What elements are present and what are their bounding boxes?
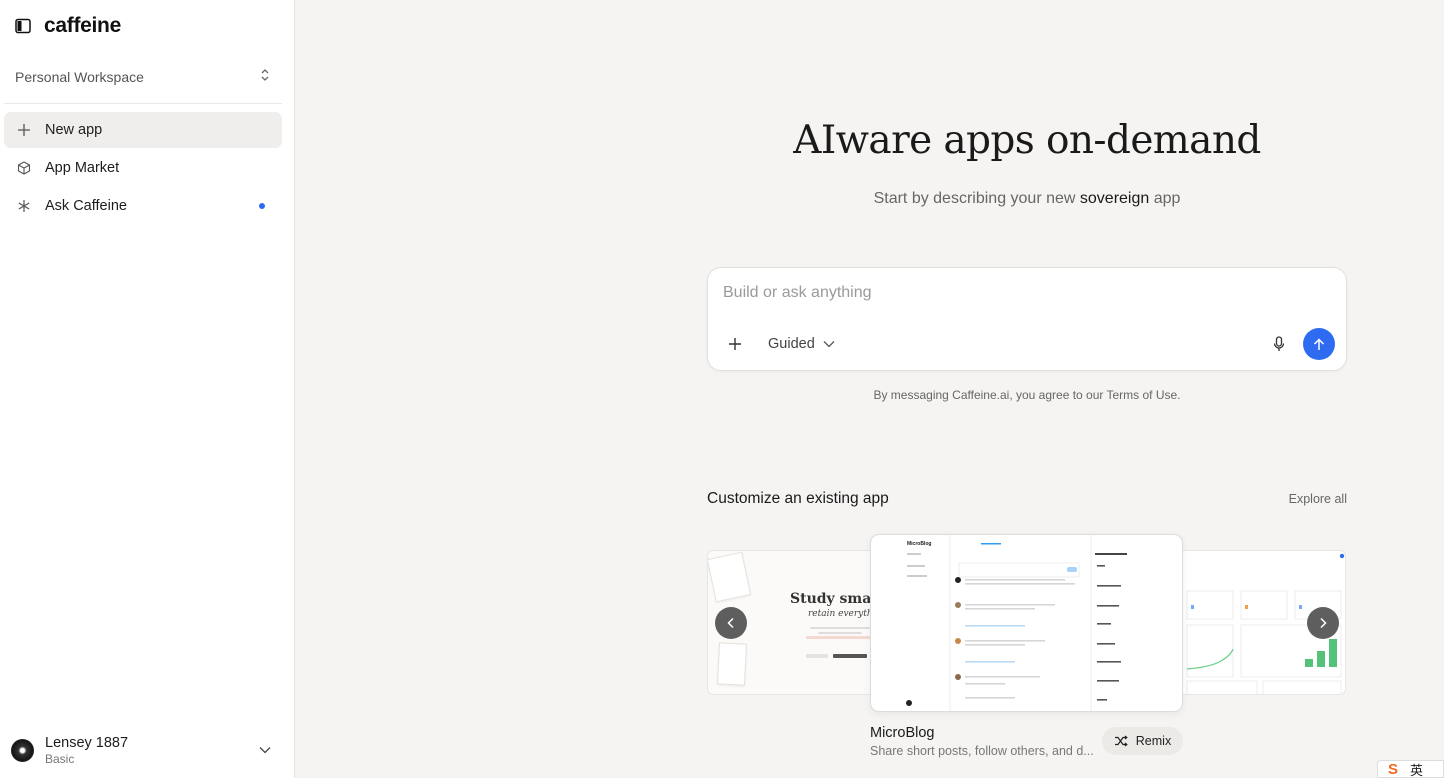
send-button[interactable] bbox=[1303, 328, 1335, 360]
chevron-down-icon bbox=[257, 742, 273, 758]
ime-indicator[interactable]: S 英 bbox=[1377, 760, 1444, 778]
note-thumbnail bbox=[716, 642, 748, 686]
page-title: AIware apps on-demand bbox=[793, 118, 1261, 163]
mode-dropdown[interactable]: Guided bbox=[764, 331, 839, 357]
cube-icon bbox=[16, 160, 32, 176]
sidebar-toggle-icon[interactable] bbox=[14, 17, 32, 35]
tag-row bbox=[806, 636, 871, 639]
remix-label: Remix bbox=[1135, 734, 1172, 748]
sidebar-item-app-market[interactable]: App Market bbox=[4, 150, 282, 186]
sidebar-item-new-app[interactable]: New app bbox=[4, 112, 282, 148]
carousel-next-button[interactable] bbox=[1307, 607, 1339, 639]
sidebar-item-label: New app bbox=[45, 122, 103, 138]
mini-button bbox=[833, 654, 867, 658]
asterisk-icon bbox=[16, 198, 32, 214]
arrow-up-icon bbox=[1313, 337, 1325, 350]
sidebar-item-label: App Market bbox=[45, 160, 120, 176]
user-name: Lensey 1887 bbox=[45, 734, 129, 751]
chevron-right-icon bbox=[1320, 617, 1327, 629]
note-thumbnail bbox=[708, 551, 752, 603]
template-card-microblog[interactable]: MicroBlog bbox=[870, 534, 1183, 712]
prompt-input[interactable] bbox=[723, 280, 1323, 306]
subtitle-text-end: app bbox=[1149, 190, 1181, 207]
mode-label: Guided bbox=[768, 336, 815, 352]
workspace-label: Personal Workspace bbox=[15, 69, 144, 85]
divider bbox=[4, 103, 282, 104]
remix-button[interactable]: Remix bbox=[1102, 727, 1183, 755]
shuffle-icon bbox=[1114, 735, 1128, 747]
chevron-left-icon bbox=[727, 617, 734, 629]
user-menu[interactable]: Lensey 1887 Basic bbox=[0, 728, 294, 772]
chevron-down-icon bbox=[823, 335, 835, 353]
subtitle-text: Start by describing your new bbox=[873, 190, 1080, 207]
section-title: Customize an existing app bbox=[707, 490, 889, 507]
preview-logo: MicroBlog bbox=[907, 541, 932, 547]
prompt-composer: Guided bbox=[707, 267, 1347, 371]
ime-language: 英 bbox=[1410, 762, 1424, 778]
brand: caffeine bbox=[14, 14, 121, 38]
user-plan: Basic bbox=[45, 751, 75, 766]
microblog-thumbnail bbox=[906, 535, 1127, 711]
sidebar-nav: New app App Market Ask Caffeine bbox=[4, 112, 282, 226]
explore-all-link[interactable]: Explore all bbox=[1260, 492, 1347, 506]
mini-button bbox=[806, 654, 828, 658]
page-subtitle: Start by describing your new sovereign a… bbox=[707, 190, 1347, 208]
terms-notice: By messaging Caffeine.ai, you agree to o… bbox=[873, 388, 1181, 402]
carousel-prev-button[interactable] bbox=[715, 607, 747, 639]
brand-name: caffeine bbox=[44, 14, 121, 37]
user-info: Lensey 1887 Basic bbox=[45, 734, 257, 767]
ime-logo-icon: S bbox=[1388, 760, 1399, 778]
attach-plus-button[interactable] bbox=[723, 332, 747, 356]
subtitle-emphasis: sovereign bbox=[1079, 190, 1150, 207]
microphone-button[interactable] bbox=[1269, 332, 1289, 356]
chevron-updown-icon bbox=[260, 68, 270, 87]
text-line bbox=[810, 627, 870, 629]
text-line bbox=[818, 632, 862, 634]
workspace-selector[interactable]: Personal Workspace bbox=[4, 60, 282, 94]
sidebar-item-ask-caffeine[interactable]: Ask Caffeine bbox=[4, 188, 282, 224]
sidebar-item-label: Ask Caffeine bbox=[45, 198, 127, 214]
sidebar: caffeine Personal Workspace New app App … bbox=[0, 0, 295, 778]
notification-dot bbox=[259, 203, 265, 209]
template-description: Share short posts, follow others, and d.… bbox=[870, 744, 1094, 758]
avatar bbox=[11, 738, 34, 762]
template-name: MicroBlog bbox=[870, 725, 935, 741]
plus-icon bbox=[16, 122, 32, 138]
